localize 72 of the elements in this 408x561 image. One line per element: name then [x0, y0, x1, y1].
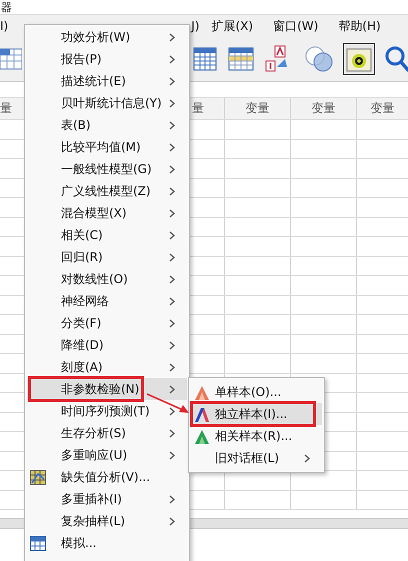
menu-item[interactable]: 缺失值分析(V)...	[27, 466, 187, 488]
menu-item[interactable]: 多重响应(U)	[27, 444, 187, 466]
chevron-icon	[169, 494, 175, 504]
chevron-icon	[169, 274, 175, 284]
menu-item[interactable]: 功效分析(W)	[27, 26, 187, 48]
chevron-icon	[304, 454, 310, 462]
chevron-icon	[169, 208, 175, 218]
chevron-icon	[169, 428, 175, 438]
chevron-icon	[169, 406, 175, 416]
menu-bar-item[interactable]: J)	[191, 19, 200, 33]
chevron-icon	[169, 340, 175, 350]
column-header[interactable]: 变量	[225, 98, 291, 119]
menu-item[interactable]: 贝叶斯统计信息(Y)	[27, 92, 187, 114]
chart-icon	[194, 384, 210, 400]
table-icon	[228, 46, 254, 72]
chevron-icon	[169, 186, 175, 196]
grid-icon	[30, 536, 46, 550]
grid-icon	[0, 46, 22, 72]
window-title: 器	[1, 2, 12, 14]
chevron-icon	[169, 384, 175, 394]
table-icon	[193, 46, 217, 72]
menu-item[interactable]: 广义线性模型(Z)	[27, 180, 187, 202]
menu-item[interactable]: 独立样本(I)...	[191, 403, 322, 425]
chevron-icon	[169, 120, 175, 130]
menu-item[interactable]: 刻度(A)	[27, 356, 187, 378]
menu-item[interactable]: 混合模型(X)	[27, 202, 187, 224]
chevron-icon	[169, 450, 175, 460]
chevron-icon	[169, 296, 175, 306]
menu-item[interactable]: 表(B)	[27, 114, 187, 136]
menu-item[interactable]: 报告(P)	[27, 48, 187, 70]
chevron-icon	[169, 516, 175, 526]
menu-item[interactable]: 相关样本(R)...	[191, 425, 322, 447]
menu-item[interactable]: 对数线性(O)	[27, 268, 187, 290]
chevron-icon	[169, 164, 175, 174]
menu-bar-item[interactable]: 扩展(X)	[211, 18, 254, 34]
circles-icon	[304, 45, 334, 73]
chevron-icon	[169, 318, 175, 328]
menu-bar-item[interactable]: 帮助(H)	[338, 18, 381, 34]
chevron-icon	[169, 76, 175, 86]
chevron-icon	[169, 362, 175, 372]
menu-item[interactable]: 模拟...	[27, 532, 187, 554]
menu-item[interactable]: 回归(R)	[27, 246, 187, 268]
menu-bar-item[interactable]: I)	[0, 19, 8, 33]
menu-item[interactable]: 旧对话框(L)	[191, 447, 322, 469]
chevron-icon	[169, 252, 175, 262]
chevron-icon	[169, 54, 175, 64]
menu-bar-item[interactable]: 窗口(W)	[273, 18, 318, 34]
chevron-icon	[169, 98, 175, 108]
menu-item[interactable]: 多重插补(I)	[27, 488, 187, 510]
chevron-icon	[169, 32, 175, 42]
menu-item[interactable]: 神经网络	[27, 290, 187, 312]
menu-item[interactable]: 比较平均值(M)	[27, 136, 187, 158]
grid-icon	[30, 470, 46, 484]
toolbar-button[interactable]	[343, 43, 375, 75]
chart-icon	[194, 428, 210, 444]
search-icon	[384, 45, 408, 73]
column-header[interactable]: 变量	[291, 98, 357, 119]
menu-item[interactable]: 生存分析(S)	[27, 422, 187, 444]
menu-item[interactable]: 非参数检验(N)	[27, 378, 187, 400]
chart-icon	[194, 406, 210, 422]
column-header[interactable]: 变量	[357, 98, 408, 119]
menu-item[interactable]: 降维(D)	[27, 334, 187, 356]
menu-item[interactable]: 单样本(O)...	[191, 381, 322, 403]
chevron-icon	[169, 142, 175, 152]
menu-item[interactable]: 时间序列预测(T)	[27, 400, 187, 422]
column-header[interactable]: 量	[0, 98, 24, 119]
menu-item[interactable]: 描述统计(E)	[27, 70, 187, 92]
menu-item[interactable]: 相关(C)	[27, 224, 187, 246]
menu-item[interactable]: 复杂抽样(L)	[27, 510, 187, 532]
menu-item[interactable]: 分类(F)	[27, 312, 187, 334]
chevron-icon	[169, 230, 175, 240]
menu-item[interactable]: 一般线性模型(G)	[27, 158, 187, 180]
